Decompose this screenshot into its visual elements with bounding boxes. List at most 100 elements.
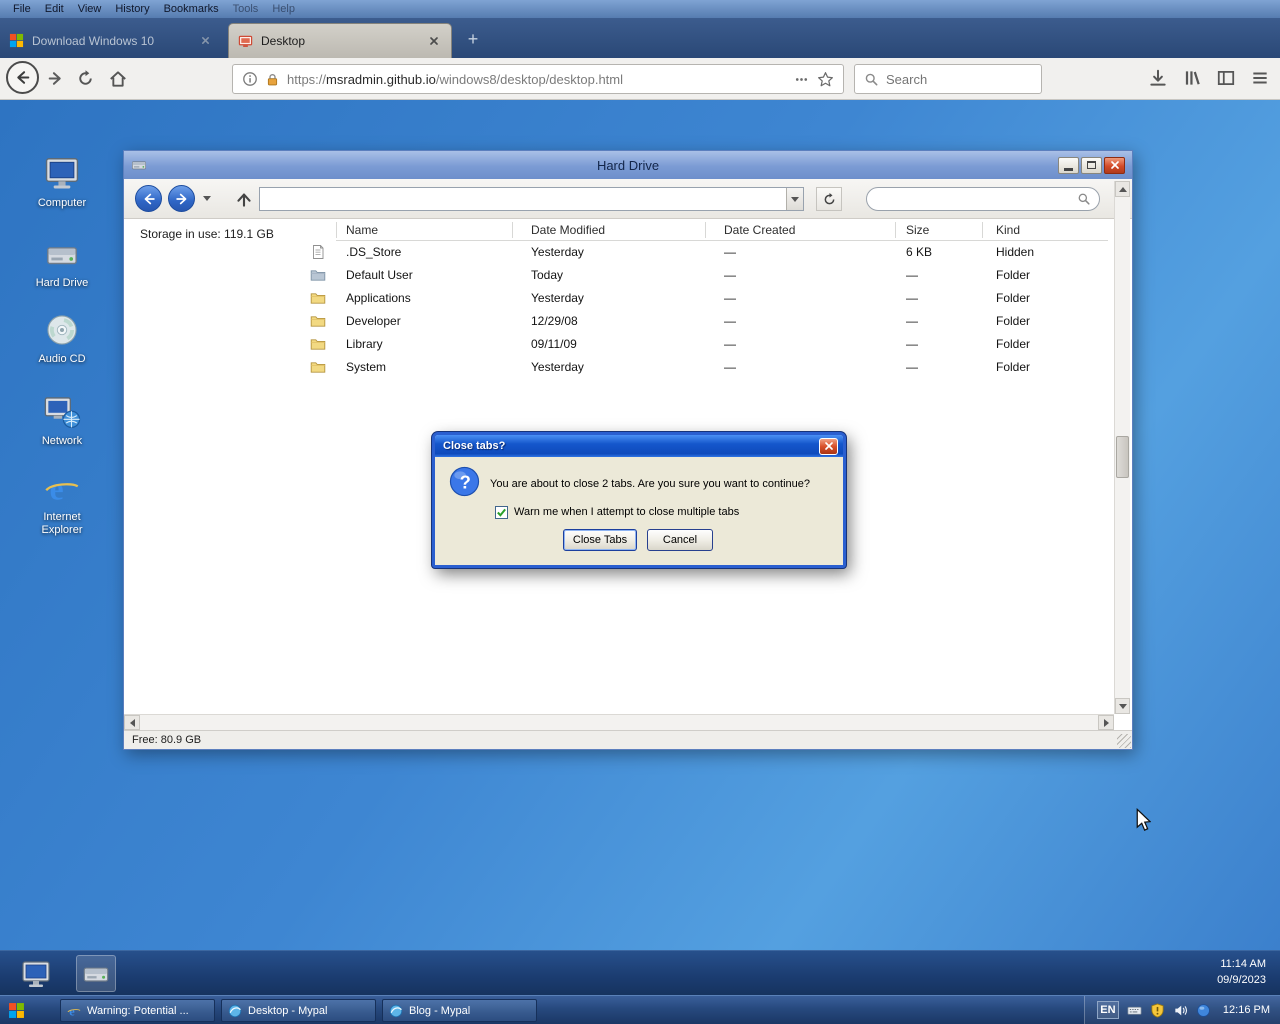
mypal-icon bbox=[389, 1004, 403, 1018]
browser-tabbar: Download Windows 10 Desktop + bbox=[0, 18, 1280, 58]
chevron-down-icon bbox=[791, 196, 799, 202]
search-input[interactable] bbox=[886, 71, 1016, 87]
desktop-icon-computer[interactable]: Computer bbox=[18, 154, 106, 210]
url-bar[interactable]: https://msradmin.github.io/windows8/desk… bbox=[232, 64, 844, 94]
tab-label: Download Windows 10 bbox=[32, 33, 155, 48]
security-shield-icon[interactable] bbox=[1150, 1003, 1165, 1018]
keyboard-icon[interactable] bbox=[1127, 1003, 1142, 1018]
window-titlebar[interactable]: Hard Drive bbox=[124, 151, 1132, 179]
taskbar-button-label: Desktop - Mypal bbox=[248, 1004, 328, 1017]
volume-icon[interactable] bbox=[1173, 1003, 1188, 1018]
page-actions-icon[interactable] bbox=[793, 71, 810, 88]
menu-history[interactable]: History bbox=[108, 0, 156, 18]
column-date-created[interactable]: Date Created bbox=[724, 223, 795, 237]
maximize-button[interactable] bbox=[1081, 156, 1102, 174]
page-taskbar: 11:14 AM 09/9/2023 bbox=[0, 950, 1280, 995]
minimize-button[interactable] bbox=[1058, 156, 1079, 174]
menu-file[interactable]: File bbox=[6, 0, 38, 18]
desktop-icon-internet-explorer[interactable]: Internet Explorer bbox=[18, 470, 106, 537]
tab-desktop[interactable]: Desktop bbox=[228, 23, 452, 58]
downloads-button[interactable] bbox=[1148, 68, 1168, 88]
forward-arrow-icon bbox=[46, 69, 65, 88]
sidebar-button[interactable] bbox=[1216, 68, 1236, 88]
page-clock: 11:14 AM 09/9/2023 bbox=[1217, 956, 1266, 988]
nav-forward-button[interactable] bbox=[168, 185, 195, 212]
file-row-system[interactable]: System Yesterday — — Folder bbox=[124, 356, 1108, 379]
scroll-up-button[interactable] bbox=[1115, 181, 1130, 197]
tab-download-windows-10[interactable]: Download Windows 10 bbox=[0, 23, 222, 58]
cancel-button[interactable]: Cancel bbox=[647, 529, 713, 551]
reload-button[interactable] bbox=[76, 69, 95, 88]
back-button[interactable] bbox=[6, 61, 39, 94]
up-button[interactable] bbox=[234, 189, 254, 209]
desktop-icon-audio-cd[interactable]: Audio CD bbox=[18, 312, 106, 366]
column-size[interactable]: Size bbox=[906, 223, 929, 237]
column-divider bbox=[512, 222, 513, 238]
language-indicator[interactable]: EN bbox=[1096, 1001, 1119, 1019]
horizontal-scrollbar[interactable] bbox=[124, 714, 1114, 730]
scroll-down-button[interactable] bbox=[1115, 698, 1130, 714]
desktop-icon-hard-drive[interactable]: Hard Drive bbox=[18, 238, 106, 290]
folder-icon bbox=[310, 336, 326, 352]
menu-help[interactable]: Help bbox=[265, 0, 302, 18]
search-box[interactable] bbox=[854, 64, 1042, 94]
new-tab-button[interactable]: + bbox=[460, 27, 486, 52]
file-row-ds-store[interactable]: .DS_Store Yesterday — 6 KB Hidden bbox=[124, 241, 1108, 264]
desktop-icon-network[interactable]: Network bbox=[18, 392, 106, 448]
taskbar-button-warning[interactable]: Warning: Potential ... bbox=[60, 999, 215, 1022]
warn-checkbox-label[interactable]: Warn me when I attempt to close multiple… bbox=[514, 506, 739, 518]
taskbar-button-label: Blog - Mypal bbox=[409, 1004, 471, 1017]
file-row-developer[interactable]: Developer 12/29/08 — — Folder bbox=[124, 310, 1108, 333]
up-arrow-icon bbox=[234, 189, 254, 209]
menu-tools[interactable]: Tools bbox=[226, 0, 266, 18]
bookmark-star-icon[interactable] bbox=[817, 71, 834, 88]
refresh-button[interactable] bbox=[816, 187, 842, 211]
maximize-icon bbox=[1087, 161, 1096, 169]
web-page-desktop: Computer Hard Drive Audio CD Network Int… bbox=[0, 100, 1280, 995]
window-search-field[interactable] bbox=[866, 187, 1100, 211]
taskbar-button-desktop-mypal[interactable]: Desktop - Mypal bbox=[221, 999, 376, 1022]
icon-label: Hard Drive bbox=[35, 277, 89, 289]
dialog-titlebar[interactable]: Close tabs? bbox=[435, 435, 843, 457]
app-menu-button[interactable] bbox=[1250, 68, 1270, 88]
column-kind[interactable]: Kind bbox=[996, 223, 1020, 237]
nav-back-button[interactable] bbox=[135, 185, 162, 212]
scroll-left-button[interactable] bbox=[124, 715, 140, 730]
history-dropdown-icon[interactable] bbox=[203, 196, 211, 201]
library-button[interactable] bbox=[1182, 68, 1202, 88]
taskbar-button-blog-mypal[interactable]: Blog - Mypal bbox=[382, 999, 537, 1022]
file-row-default-user[interactable]: Default User Today — — Folder bbox=[124, 264, 1108, 287]
menu-edit[interactable]: Edit bbox=[38, 0, 71, 18]
file-row-library[interactable]: Library 09/11/09 — — Folder bbox=[124, 333, 1108, 356]
scrollbar-thumb[interactable] bbox=[1116, 436, 1129, 478]
combobox-dropdown-button[interactable] bbox=[786, 188, 803, 210]
sidebar-icon bbox=[1216, 68, 1236, 88]
home-button[interactable] bbox=[108, 69, 128, 89]
forward-button[interactable] bbox=[46, 69, 65, 88]
site-info-icon[interactable] bbox=[242, 71, 258, 87]
warn-checkbox[interactable] bbox=[495, 506, 508, 519]
up-triangle-icon bbox=[1118, 186, 1127, 192]
close-button[interactable] bbox=[1104, 156, 1125, 174]
column-name[interactable]: Name bbox=[346, 223, 378, 237]
menu-bookmarks[interactable]: Bookmarks bbox=[157, 0, 226, 18]
tab-close-icon[interactable] bbox=[197, 33, 213, 49]
start-button[interactable] bbox=[8, 1002, 25, 1019]
vertical-scrollbar[interactable] bbox=[1114, 181, 1130, 714]
dialog-close-button[interactable] bbox=[819, 437, 838, 455]
column-date-modified[interactable]: Date Modified bbox=[531, 223, 605, 237]
file-row-applications[interactable]: Applications Yesterday — — Folder bbox=[124, 287, 1108, 310]
network-status-icon[interactable] bbox=[1196, 1003, 1211, 1018]
address-combobox[interactable] bbox=[259, 187, 804, 211]
scroll-right-button[interactable] bbox=[1098, 715, 1114, 730]
close-tabs-button[interactable]: Close Tabs bbox=[563, 529, 637, 551]
column-divider bbox=[705, 222, 706, 238]
close-icon bbox=[824, 441, 834, 451]
taskbar-hard-drive-button[interactable] bbox=[76, 955, 116, 992]
tab-close-icon[interactable] bbox=[426, 33, 442, 49]
resize-grip[interactable] bbox=[1117, 734, 1131, 748]
taskbar-computer-button[interactable] bbox=[16, 955, 56, 992]
menu-view[interactable]: View bbox=[71, 0, 109, 18]
dialog-title: Close tabs? bbox=[443, 440, 506, 452]
column-divider bbox=[336, 222, 337, 238]
